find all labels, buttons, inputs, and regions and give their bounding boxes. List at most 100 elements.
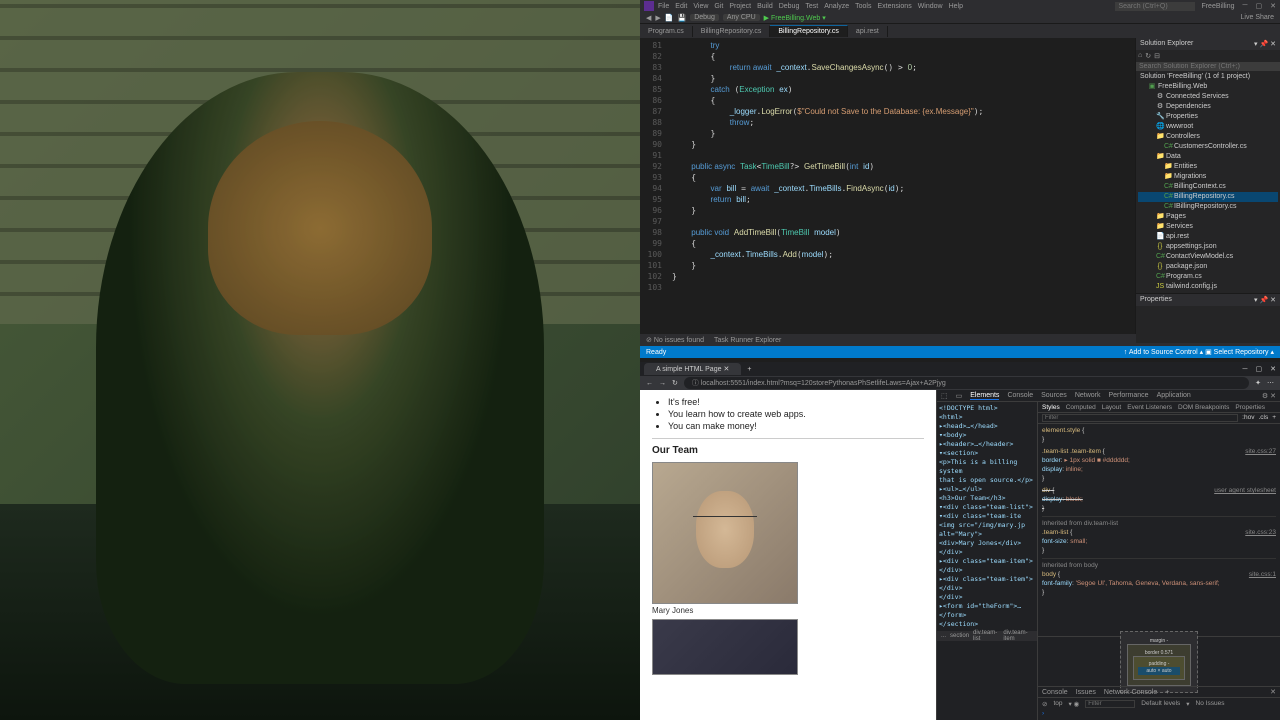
new-rule-icon[interactable]: + xyxy=(1272,414,1276,422)
devtools-tab-console[interactable]: Console xyxy=(1007,392,1033,399)
menu-extensions[interactable]: Extensions xyxy=(877,3,911,10)
breadcrumb-item[interactable]: div.team-item xyxy=(1003,630,1033,642)
console-filter-input[interactable] xyxy=(1085,700,1135,708)
console-clear-icon[interactable]: ⊘ xyxy=(1042,700,1047,708)
tree-node[interactable]: C#BillingRepository.cs xyxy=(1138,192,1278,202)
styles-tab[interactable]: Layout xyxy=(1102,404,1122,411)
collapse-icon[interactable]: ⊟ xyxy=(1154,52,1160,60)
tree-node[interactable]: C#BillingContext.cs xyxy=(1138,182,1278,192)
devtools-tab-elements[interactable]: Elements xyxy=(970,392,999,400)
panel-pin-icon[interactable]: ▾ 📌 ✕ xyxy=(1254,40,1276,48)
editor-tab[interactable]: BillingRepository.cs xyxy=(693,26,771,37)
solution-search-input[interactable] xyxy=(1136,62,1280,71)
tree-node[interactable]: 📁Pages xyxy=(1138,212,1278,222)
tree-node[interactable]: C#CustomersController.cs xyxy=(1138,142,1278,152)
menu-debug[interactable]: Debug xyxy=(779,3,800,10)
extensions-icon[interactable]: ✦ xyxy=(1255,379,1261,387)
devtools-tab-network[interactable]: Network xyxy=(1075,392,1101,399)
nav-forward-icon[interactable]: → xyxy=(659,380,666,387)
tree-node[interactable]: JStailwind.config.js xyxy=(1138,282,1278,292)
menu-build[interactable]: Build xyxy=(757,3,773,10)
tree-node[interactable]: C#IBillingRepository.cs xyxy=(1138,202,1278,212)
code-editor[interactable]: try { return await _context.SaveChangesA… xyxy=(668,38,1135,334)
styles-tab[interactable]: Styles xyxy=(1042,404,1060,411)
devtools-tab-sources[interactable]: Sources xyxy=(1041,392,1067,399)
refresh-icon[interactable]: ↻ xyxy=(1145,52,1151,60)
tree-node[interactable]: 📁Controllers xyxy=(1138,132,1278,142)
levels-dropdown[interactable]: Default levels xyxy=(1141,700,1180,707)
error-list-tab[interactable]: ⊘ No issues found xyxy=(646,336,704,344)
platform-dropdown[interactable]: Any CPU xyxy=(723,14,760,21)
home-icon[interactable]: ⌂ xyxy=(1138,52,1142,60)
elements-tree[interactable]: <!DOCTYPE html><html> ▸<head>…</head> ▾<… xyxy=(937,402,1037,631)
breadcrumb-item[interactable]: section xyxy=(950,633,969,639)
menu-view[interactable]: View xyxy=(693,3,708,10)
menu-analyze[interactable]: Analyze xyxy=(824,3,849,10)
inspect-icon[interactable]: ⬚ xyxy=(941,392,948,400)
tree-node[interactable]: 📁Entities xyxy=(1138,162,1278,172)
add-source-control[interactable]: ↑ Add to Source Control ▴ xyxy=(1124,349,1203,356)
styles-tab[interactable]: DOM Breakpoints xyxy=(1178,404,1229,411)
browser-tab[interactable]: A simple HTML Page ✕ xyxy=(644,363,741,375)
tree-node[interactable]: 📄api.rest xyxy=(1138,232,1278,242)
menu-git[interactable]: Git xyxy=(714,3,723,10)
nav-back-icon[interactable]: ← xyxy=(646,380,653,387)
solution-root[interactable]: Solution 'FreeBilling' (1 of 1 project) xyxy=(1138,72,1278,82)
devtools-tab-performance[interactable]: Performance xyxy=(1109,392,1149,399)
close-icon[interactable]: ✕ xyxy=(1270,2,1276,10)
device-icon[interactable]: ▭ xyxy=(956,392,963,400)
forward-icon[interactable]: ▶ xyxy=(655,14,660,22)
devtools-tab-application[interactable]: Application xyxy=(1157,392,1191,399)
console-tab[interactable]: Network Console xyxy=(1104,689,1157,696)
css-rule[interactable]: .team-list .team-item {site.css:27 borde… xyxy=(1042,447,1276,483)
issues-badge[interactable]: No Issues xyxy=(1196,700,1225,707)
task-runner-tab[interactable]: Task Runner Explorer xyxy=(714,337,781,344)
add-tab-icon[interactable]: + xyxy=(1165,689,1169,696)
console-tab[interactable]: Issues xyxy=(1076,689,1096,696)
console-prompt[interactable]: › xyxy=(1038,709,1280,718)
tree-node[interactable]: C#ContactViewModel.cs xyxy=(1138,252,1278,262)
close-drawer-icon[interactable]: ✕ xyxy=(1270,688,1276,696)
menu-test[interactable]: Test xyxy=(805,3,818,10)
editor-tab[interactable]: Program.cs xyxy=(640,26,693,37)
browser-close-icon[interactable]: ✕ xyxy=(1270,365,1276,373)
breadcrumb-item[interactable]: ... xyxy=(941,633,946,639)
config-dropdown[interactable]: Debug xyxy=(690,14,719,21)
styles-filter-input[interactable] xyxy=(1042,414,1238,422)
address-bar[interactable]: ⓘ localhost:5551/index.html?msq=120store… xyxy=(684,377,1249,389)
run-button[interactable]: ▶ FreeBilling.Web ▾ xyxy=(764,14,826,22)
css-rule[interactable]: element.style {} xyxy=(1042,426,1276,444)
maximize-icon[interactable]: ▢ xyxy=(1256,2,1263,10)
browser-maximize-icon[interactable]: ▢ xyxy=(1256,365,1263,373)
save-icon[interactable]: 💾 xyxy=(678,14,687,22)
menu-help[interactable]: Help xyxy=(949,3,963,10)
new-icon[interactable]: 📄 xyxy=(665,14,674,22)
vs-search-input[interactable] xyxy=(1115,2,1195,11)
tree-node[interactable]: 📁Services xyxy=(1138,222,1278,232)
tree-node[interactable]: C#Program.cs xyxy=(1138,272,1278,282)
hov-toggle[interactable]: :hov xyxy=(1242,414,1254,422)
tree-node[interactable]: 🔧Properties xyxy=(1138,112,1278,122)
tree-node[interactable]: {}package.json xyxy=(1138,262,1278,272)
context-dropdown[interactable]: top xyxy=(1053,700,1062,707)
devtools-settings-icon[interactable]: ⚙ ✕ xyxy=(1262,392,1276,400)
tree-node[interactable]: ⚙Dependencies xyxy=(1138,102,1278,112)
project-node[interactable]: ▣FreeBilling.Web xyxy=(1138,82,1278,92)
tree-node[interactable]: ⚙Connected Services xyxy=(1138,92,1278,102)
styles-tab[interactable]: Computed xyxy=(1066,404,1096,411)
menu-edit[interactable]: Edit xyxy=(675,3,687,10)
tree-node[interactable]: 📁Migrations xyxy=(1138,172,1278,182)
styles-tab[interactable]: Event Listeners xyxy=(1127,404,1172,411)
styles-tab[interactable]: Properties xyxy=(1235,404,1265,411)
menu-window[interactable]: Window xyxy=(918,3,943,10)
live-share-button[interactable]: Live Share xyxy=(1241,14,1274,21)
tree-node[interactable]: 📁Data xyxy=(1138,152,1278,162)
cls-toggle[interactable]: .cls xyxy=(1258,414,1268,422)
menu-tools[interactable]: Tools xyxy=(855,3,871,10)
css-rule[interactable]: div {user agent stylesheet display: bloc… xyxy=(1042,486,1276,513)
css-rules[interactable]: element.style {} .team-list .team-item {s… xyxy=(1038,424,1280,636)
menu-project[interactable]: Project xyxy=(729,3,751,10)
back-icon[interactable]: ◀ xyxy=(646,14,651,22)
console-tab[interactable]: Console xyxy=(1042,689,1068,696)
nav-refresh-icon[interactable]: ↻ xyxy=(672,379,678,387)
